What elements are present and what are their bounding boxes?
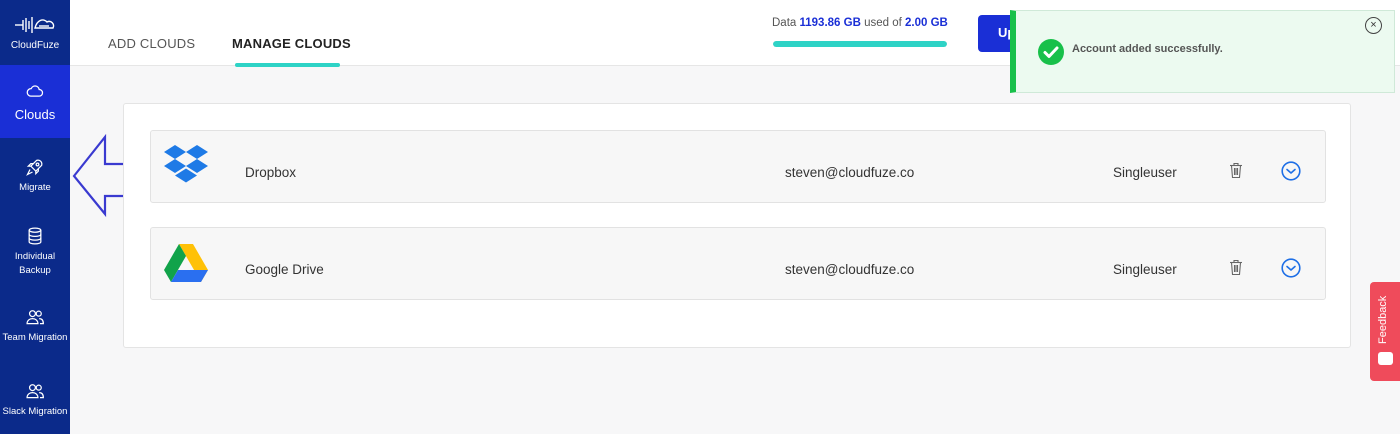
database-icon [28, 226, 42, 245]
cloud-icon [26, 84, 44, 97]
sidebar: CloudFuze Clouds Migrate Individual Back… [0, 0, 70, 434]
brand[interactable]: CloudFuze [0, 0, 70, 65]
brand-name: CloudFuze [10, 40, 60, 51]
storage-middle: used of [864, 17, 902, 29]
trash-icon[interactable] [1229, 259, 1243, 276]
tab-add-clouds[interactable]: ADD CLOUDS [108, 36, 195, 51]
sidebar-item-clouds[interactable]: Clouds [0, 65, 70, 138]
sidebar-item-label: Clouds [14, 106, 56, 122]
cloud-accounts-panel: Dropbox steven@cloudfuze.co Singleuser G… [123, 103, 1351, 348]
chat-icon [1378, 352, 1393, 365]
storage-prefix: Data [772, 17, 797, 29]
success-toast: Account added successfully. × [1010, 10, 1395, 93]
sidebar-item-label: Slack Migration [2, 406, 68, 417]
cloud-type: Singleuser [1113, 165, 1177, 180]
cloud-row[interactable]: Google Drive steven@cloudfuze.co Singleu… [150, 227, 1326, 300]
storage-used: 1193.86 GB [799, 17, 861, 29]
sidebar-item-migrate[interactable]: Migrate [0, 138, 70, 214]
feedback-button[interactable]: Feedback [1370, 282, 1400, 381]
cloud-name: Dropbox [245, 165, 297, 180]
cloud-row[interactable]: Dropbox steven@cloudfuze.co Singleuser [150, 130, 1326, 203]
dropbox-icon [164, 145, 208, 183]
tab-manage-clouds[interactable]: MANAGE CLOUDS [232, 36, 351, 51]
trash-icon[interactable] [1229, 162, 1243, 179]
cloud-email: steven@cloudfuze.co [785, 165, 915, 180]
storage-progress-bar [773, 41, 947, 47]
sidebar-item-label: Team Migration [2, 332, 68, 343]
check-circle-icon [1038, 39, 1064, 65]
toast-message: Account added successfully. [1072, 43, 1223, 55]
sidebar-item-individual-backup[interactable]: Individual Backup [0, 214, 70, 289]
storage-usage-text: Data 1193.86 GB used of 2.00 GB [772, 17, 948, 29]
close-icon[interactable]: × [1365, 17, 1382, 34]
cloud-email: steven@cloudfuze.co [785, 262, 915, 277]
sidebar-item-label: Migrate [19, 182, 51, 193]
sidebar-item-team-migration[interactable]: Team Migration [0, 289, 70, 363]
google-drive-icon [164, 244, 208, 282]
cloudfuze-logo-icon [15, 17, 55, 33]
feedback-label: Feedback [1377, 295, 1389, 344]
chevron-down-circle-icon[interactable] [1281, 258, 1301, 278]
cloud-type: Singleuser [1113, 262, 1177, 277]
storage-progress-fill [773, 41, 947, 47]
sidebar-item-label: Individual Backup [14, 250, 56, 276]
storage-total: 2.00 GB [905, 17, 948, 29]
users-icon [26, 384, 44, 399]
rocket-icon [26, 159, 43, 176]
sidebar-item-slack-migration[interactable]: Slack Migration [0, 363, 70, 434]
cloud-name: Google Drive [245, 262, 324, 277]
chevron-down-circle-icon[interactable] [1281, 161, 1301, 181]
users-icon [26, 310, 44, 325]
active-tab-indicator [235, 63, 340, 67]
